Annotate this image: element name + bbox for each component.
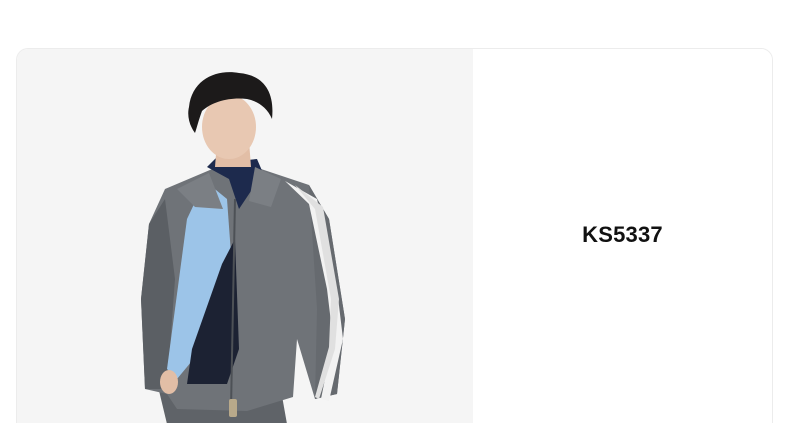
product-info: KS5337 (473, 49, 772, 423)
product-card[interactable]: KS5337 (16, 48, 773, 423)
product-image[interactable] (17, 49, 473, 423)
product-code: KS5337 (582, 222, 663, 247)
model-photo-icon (141, 72, 345, 423)
page: KS5337 (0, 0, 790, 423)
